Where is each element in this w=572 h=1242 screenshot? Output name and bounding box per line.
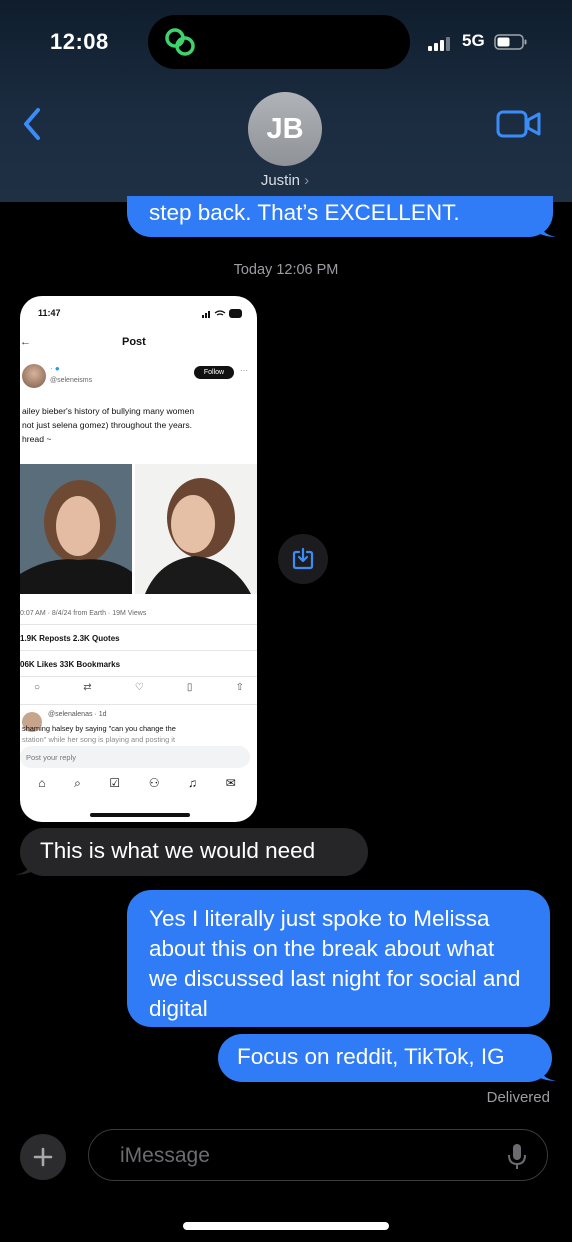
repost-icon: ⇄ — [83, 682, 92, 693]
link-icon — [165, 28, 195, 56]
compose-icon: ☑ — [109, 776, 121, 790]
share-icon: ⇧ — [235, 682, 244, 693]
search-icon: ⌕ — [74, 776, 81, 790]
contact-avatar[interactable]: JB — [248, 92, 322, 166]
reply-handle: @selenalenas · 1d — [48, 711, 107, 718]
reply-text: station" while her song is playing and p… — [22, 735, 175, 744]
message-text: Focus on reddit, TikTok, IG — [237, 1044, 505, 1069]
battery-icon — [494, 34, 527, 50]
divider — [20, 650, 257, 651]
post-meta: 0:07 AM · 8/4/24 from Earth · 19M Views — [20, 610, 147, 617]
author-avatar — [22, 364, 46, 388]
delivery-status: Delivered — [486, 1089, 550, 1106]
divider — [20, 624, 257, 625]
bubble-tail — [538, 222, 556, 237]
post-likes-bookmarks: 06K Likes 33K Bookmarks — [20, 660, 121, 669]
message-timestamp: Today 12:06 PM — [233, 262, 339, 278]
post-text-line: hread ~ — [22, 434, 52, 444]
notifications-icon: ♫ — [188, 776, 198, 790]
post-action-bar: ○ ⇄ ♡ ▯ ⇧ — [34, 682, 244, 693]
avatar-initials: JB — [266, 112, 304, 145]
more-icon: ··· — [240, 366, 248, 375]
attachment-title: Post — [122, 336, 146, 348]
save-download-button[interactable] — [278, 534, 328, 584]
signal-icon — [428, 35, 450, 51]
bubble-tail — [15, 860, 33, 875]
communities-icon: ⚇ — [148, 776, 160, 790]
home-indicator — [183, 1222, 389, 1230]
post-photo-right — [135, 464, 257, 594]
divider — [20, 704, 257, 705]
post-reposts-quotes: 1.9K Reposts 2.3K Quotes — [20, 634, 120, 643]
sent-message-bubble[interactable]: Yes I literally just spoke to Melissa ab… — [127, 890, 550, 1027]
reply-text: shaming halsey by saying "can you change… — [22, 724, 176, 733]
mail-icon: ✉ — [225, 776, 236, 790]
received-message-bubble[interactable]: This is what we would need — [20, 828, 368, 876]
post-photo-left — [20, 464, 132, 594]
verified-icon: · ● — [50, 364, 60, 373]
message-text: step back. That’s EXCELLENT. — [149, 200, 460, 225]
reply-placeholder: Post your reply — [26, 753, 77, 762]
save-download-icon — [292, 547, 314, 570]
contact-chevron-icon: › — [304, 172, 310, 189]
back-chevron-icon[interactable] — [18, 104, 46, 144]
follow-button: Follow — [194, 366, 234, 379]
image-attachment[interactable]: 11:47 ← Post · ● @seleneisms Follow ··· … — [20, 296, 257, 822]
microphone-icon[interactable] — [506, 1143, 528, 1171]
message-text: Yes I literally just spoke to Melissa ab… — [149, 906, 521, 1021]
video-camera-icon[interactable] — [495, 108, 543, 140]
sent-message-bubble[interactable]: step back. That’s EXCELLENT. — [127, 196, 553, 237]
author-handle: @seleneisms — [50, 377, 93, 384]
like-icon: ♡ — [134, 682, 144, 693]
attachment-back-arrow: ← — [20, 336, 31, 348]
message-text: This is what we would need — [40, 838, 316, 863]
tab-bar: ⌂ ⌕ ☑ ⚇ ♫ ✉ — [24, 776, 250, 791]
home-icon: ⌂ — [38, 776, 46, 790]
post-text-line: not just selena gomez) throughout the ye… — [22, 420, 193, 430]
attachment-home-indicator — [90, 813, 190, 817]
message-input-placeholder: iMessage — [120, 1144, 210, 1167]
network-type: 5G — [462, 31, 485, 50]
bubble-tail — [538, 1066, 556, 1081]
plus-icon — [33, 1147, 53, 1167]
contact-name-label: Justin — [260, 172, 300, 189]
bookmark-icon: ▯ — [186, 682, 193, 693]
status-time: 12:08 — [50, 29, 109, 54]
add-attachment-button[interactable] — [20, 1134, 66, 1180]
reply-icon: ○ — [34, 682, 41, 693]
sent-message-bubble[interactable]: Focus on reddit, TikTok, IG — [218, 1034, 552, 1082]
contact-name[interactable]: Justin › — [230, 172, 340, 189]
attachment-status-time: 11:47 — [38, 308, 61, 318]
attachment-status-icons — [202, 309, 242, 318]
divider — [20, 676, 257, 677]
post-text-line: ailey bieber's history of bullying many … — [22, 406, 195, 416]
